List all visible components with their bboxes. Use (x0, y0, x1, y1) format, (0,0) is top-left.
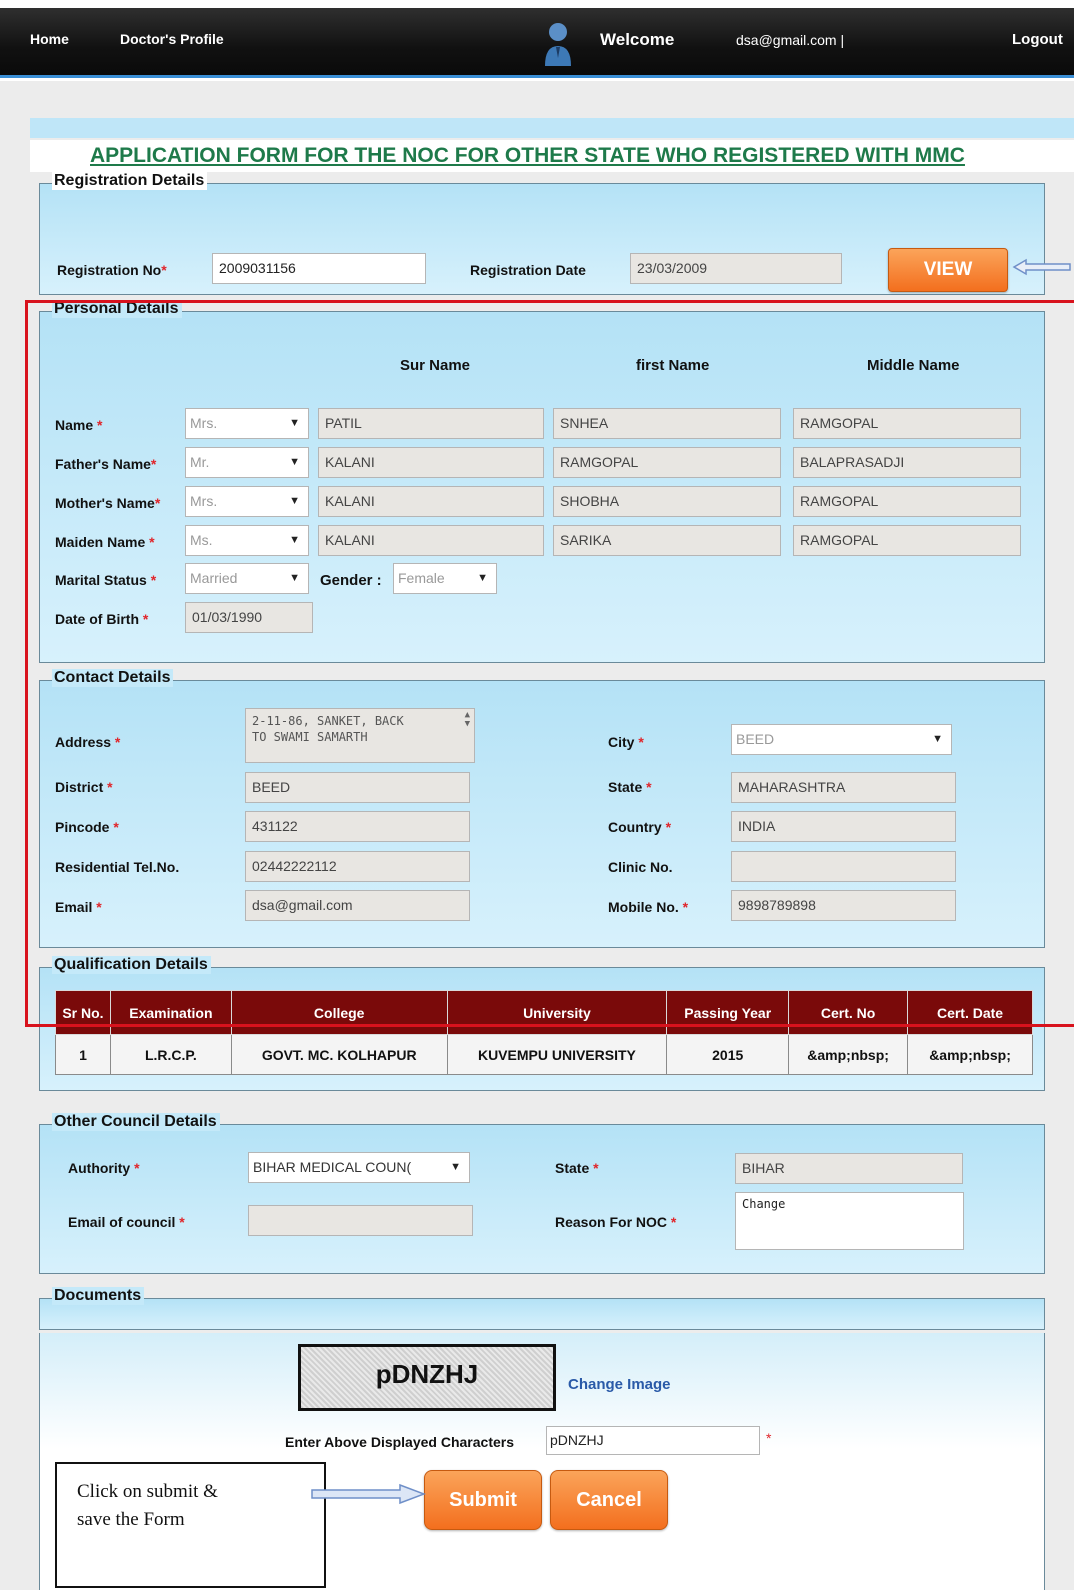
registration-no-input[interactable]: 2009031156 (212, 253, 426, 284)
submit-button[interactable]: Submit (424, 1470, 542, 1530)
callout-box: Click on submit & save the Form (55, 1462, 326, 1588)
reason-for-noc-label: Reason For NOC * (555, 1214, 677, 1230)
arrow-left-icon (1012, 258, 1071, 276)
nav-doctors-profile-link[interactable]: Doctor's Profile (120, 31, 224, 47)
table-row: 1 L.R.C.P. GOVT. MC. KOLHAPUR KUVEMPU UN… (55, 1034, 1033, 1075)
highlight-outline (25, 300, 1074, 1027)
email-of-council-input[interactable] (248, 1205, 473, 1236)
nav-home-link[interactable]: Home (30, 31, 69, 47)
documents-panel (39, 1298, 1045, 1330)
registration-details-legend: Registration Details (52, 172, 208, 190)
view-button[interactable]: VIEW (888, 248, 1008, 292)
change-image-link[interactable]: Change Image (568, 1376, 671, 1393)
cell-examination: L.R.C.P. (109, 1034, 232, 1075)
form-header-strip (30, 118, 1074, 138)
registration-date-input[interactable]: 23/03/2009 (630, 253, 842, 284)
cell-university: KUVEMPU UNIVERSITY (446, 1034, 668, 1075)
welcome-text: Welcome (600, 30, 675, 49)
authority-label: Authority * (68, 1160, 140, 1176)
reason-for-noc-textarea[interactable]: Change (735, 1192, 964, 1250)
user-avatar-icon (545, 23, 571, 66)
arrow-right-icon (311, 1483, 426, 1505)
captcha-label: Enter Above Displayed Characters (285, 1434, 515, 1450)
cell-passing-year: 2015 (666, 1034, 790, 1075)
captcha-required-mark: * (766, 1430, 772, 1446)
form-title: APPLICATION FORM FOR THE NOC FOR OTHER S… (90, 144, 965, 167)
captcha-input[interactable]: pDNZHJ (546, 1426, 760, 1455)
email-of-council-label: Email of council * (68, 1214, 185, 1230)
logout-link[interactable]: Logout (1012, 31, 1063, 48)
other-council-details-legend: Other Council Details (52, 1113, 220, 1131)
cell-college: GOVT. MC. KOLHAPUR (230, 1034, 448, 1075)
user-email-text: dsa@gmail.com | (736, 32, 845, 48)
cell-cert-date: &amp;nbsp; (907, 1034, 1033, 1075)
top-navigation-bar: Home Doctor's Profile Welcome dsa@gmail.… (0, 8, 1074, 78)
registration-date-label: Registration Date (470, 262, 586, 278)
registration-no-label: Registration No* (57, 262, 167, 278)
chevron-down-icon: ▼ (450, 1161, 461, 1173)
cell-sr-no: 1 (55, 1034, 111, 1075)
council-state-input[interactable]: BIHAR (735, 1153, 963, 1184)
documents-legend: Documents (52, 1287, 145, 1305)
title-bar: APPLICATION FORM FOR THE NOC FOR OTHER S… (30, 140, 1074, 172)
cell-cert-no: &amp;nbsp; (788, 1034, 909, 1075)
authority-select[interactable]: BIHAR MEDICAL COUN(▼ (248, 1152, 470, 1183)
cancel-button[interactable]: Cancel (550, 1470, 668, 1530)
captcha-image: pDNZHJ (298, 1344, 556, 1411)
council-state-label: State * (555, 1160, 599, 1176)
